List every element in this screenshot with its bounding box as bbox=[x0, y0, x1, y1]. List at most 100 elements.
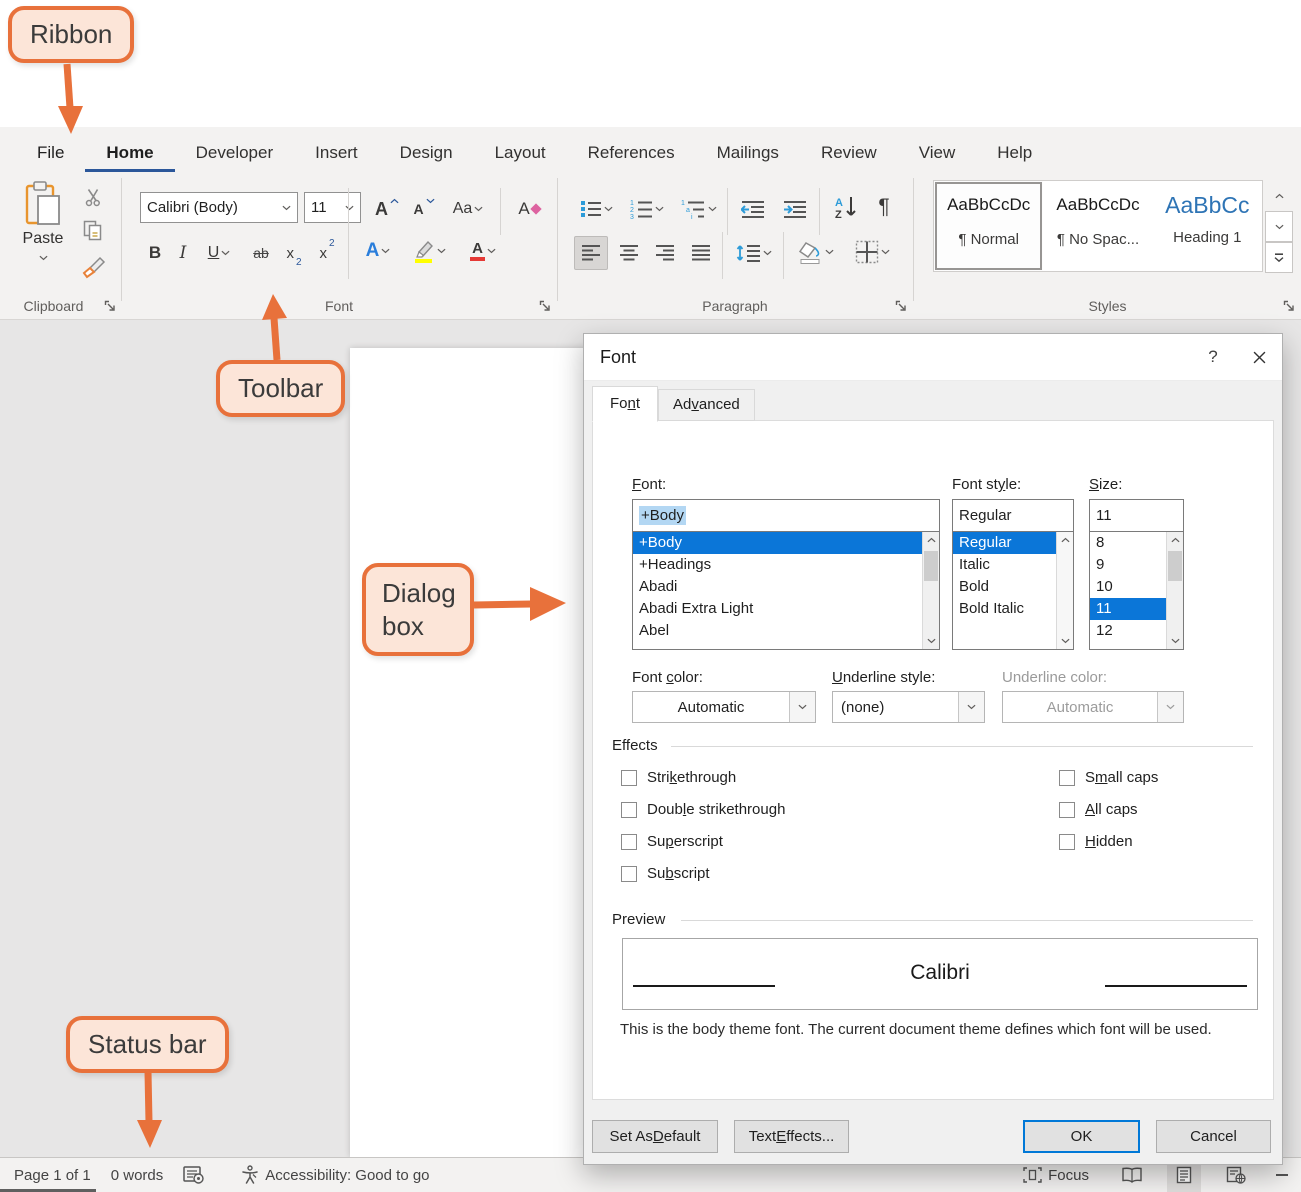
font-style-input[interactable]: Regular bbox=[952, 499, 1074, 532]
copy-button[interactable] bbox=[77, 216, 109, 246]
increase-indent-button[interactable] bbox=[777, 194, 813, 224]
size-item[interactable]: 11 bbox=[1090, 598, 1166, 620]
subscript-button[interactable]: x2 bbox=[280, 238, 308, 268]
paragraph-dialog-launcher[interactable] bbox=[894, 299, 908, 313]
scroll-thumb[interactable] bbox=[924, 551, 938, 581]
borders-button[interactable] bbox=[845, 234, 899, 270]
font-style-item[interactable]: Bold bbox=[953, 576, 1056, 598]
tab-references[interactable]: References bbox=[567, 133, 696, 172]
gallery-more-button[interactable] bbox=[1265, 242, 1293, 273]
dialog-help-button[interactable]: ? bbox=[1190, 334, 1236, 380]
format-painter-button[interactable] bbox=[76, 252, 110, 282]
style-no-spacing[interactable]: AaBbCcDc ¶ No Spac... bbox=[1043, 181, 1152, 271]
tab-file[interactable]: File bbox=[16, 133, 85, 172]
font-list-scrollbar[interactable] bbox=[922, 532, 939, 649]
dialog-close-button[interactable] bbox=[1236, 334, 1282, 380]
tab-review[interactable]: Review bbox=[800, 133, 898, 172]
align-right-button[interactable] bbox=[649, 236, 681, 270]
italic-button[interactable]: I bbox=[172, 238, 194, 268]
hidden-checkbox[interactable]: Hidden bbox=[1059, 833, 1133, 850]
ok-button[interactable]: OK bbox=[1023, 1120, 1140, 1153]
shading-button[interactable] bbox=[791, 234, 841, 270]
gallery-scroll-up-button[interactable] bbox=[1265, 180, 1293, 211]
superscript-button[interactable]: x2 bbox=[312, 238, 342, 268]
scroll-down-icon[interactable] bbox=[1057, 633, 1073, 649]
size-item[interactable]: 12 bbox=[1090, 620, 1166, 642]
font-style-item[interactable]: Italic bbox=[953, 554, 1056, 576]
dialog-tab-font[interactable]: Font bbox=[592, 386, 658, 422]
size-input[interactable]: 11 bbox=[1089, 499, 1184, 532]
font-size-combo[interactable]: 11 bbox=[304, 192, 361, 223]
underline-button[interactable]: U bbox=[198, 238, 240, 268]
font-name-input[interactable]: +Body bbox=[632, 499, 940, 532]
scroll-up-icon[interactable] bbox=[923, 532, 939, 548]
highlight-button[interactable] bbox=[404, 236, 454, 266]
bold-button[interactable]: B bbox=[142, 238, 168, 268]
strikethrough-checkbox[interactable]: Strikethrough bbox=[621, 769, 736, 786]
scroll-up-icon[interactable] bbox=[1057, 532, 1073, 548]
style-normal[interactable]: AaBbCcDc ¶ Normal bbox=[934, 181, 1043, 271]
clipboard-dialog-launcher[interactable] bbox=[103, 299, 117, 313]
text-effects-dialog-button[interactable]: Text Effects... bbox=[734, 1120, 849, 1153]
justify-button[interactable] bbox=[685, 236, 717, 270]
grow-font-button[interactable]: A bbox=[370, 194, 404, 224]
scroll-down-icon[interactable] bbox=[923, 633, 939, 649]
tab-home[interactable]: Home bbox=[85, 133, 174, 172]
page-indicator[interactable]: Page 1 of 1 bbox=[0, 1158, 101, 1192]
font-name-combo[interactable]: Calibri (Body) bbox=[140, 192, 298, 223]
size-item[interactable]: 9 bbox=[1090, 554, 1166, 576]
subscript-checkbox[interactable]: Subscript bbox=[621, 865, 710, 882]
line-spacing-button[interactable] bbox=[729, 236, 777, 270]
tab-layout[interactable]: Layout bbox=[474, 133, 567, 172]
font-list-item[interactable]: Abel bbox=[633, 620, 922, 642]
sort-button[interactable]: AZ bbox=[827, 192, 865, 222]
decrease-indent-button[interactable] bbox=[735, 194, 771, 224]
font-list-item[interactable]: Abadi bbox=[633, 576, 922, 598]
font-list-item[interactable]: Abadi Extra Light bbox=[633, 598, 922, 620]
set-as-default-button[interactable]: Set As Default bbox=[592, 1120, 718, 1153]
align-center-button[interactable] bbox=[613, 236, 645, 270]
font-color-dropdown[interactable]: Automatic bbox=[632, 691, 816, 723]
size-item[interactable]: 10 bbox=[1090, 576, 1166, 598]
clear-formatting-button[interactable]: A bbox=[508, 194, 550, 224]
font-style-item[interactable]: Bold Italic bbox=[953, 598, 1056, 620]
tab-help[interactable]: Help bbox=[976, 133, 1053, 172]
show-formatting-marks-button[interactable]: ¶ bbox=[869, 192, 899, 222]
underline-style-dropdown[interactable]: (none) bbox=[832, 691, 985, 723]
styles-dialog-launcher[interactable] bbox=[1282, 299, 1296, 313]
change-case-button[interactable]: Aa bbox=[444, 194, 492, 224]
scroll-up-icon[interactable] bbox=[1167, 532, 1183, 548]
align-left-button[interactable] bbox=[574, 236, 608, 270]
shrink-font-button[interactable]: A bbox=[408, 194, 440, 224]
font-dialog-launcher[interactable] bbox=[538, 299, 552, 313]
cancel-button[interactable]: Cancel bbox=[1156, 1120, 1271, 1153]
text-effects-button[interactable]: A bbox=[356, 236, 400, 266]
tab-mailings[interactable]: Mailings bbox=[696, 133, 800, 172]
font-list-item[interactable]: +Headings bbox=[633, 554, 922, 576]
cut-button[interactable] bbox=[78, 182, 108, 212]
paste-button[interactable]: Paste bbox=[14, 180, 72, 288]
double-strikethrough-checkbox[interactable]: Double strikethrough bbox=[621, 801, 785, 818]
word-count[interactable]: 0 words bbox=[101, 1158, 174, 1192]
tab-insert[interactable]: Insert bbox=[294, 133, 379, 172]
multilevel-list-button[interactable]: 1ai bbox=[674, 194, 722, 224]
numbering-button[interactable]: 123 bbox=[623, 194, 669, 224]
proofing-status[interactable] bbox=[173, 1158, 215, 1192]
scroll-down-icon[interactable] bbox=[1167, 633, 1183, 649]
tab-design[interactable]: Design bbox=[379, 133, 474, 172]
tab-view[interactable]: View bbox=[898, 133, 977, 172]
strikethrough-button[interactable]: ab bbox=[244, 238, 278, 268]
font-style-scrollbar[interactable] bbox=[1056, 532, 1073, 649]
tab-developer[interactable]: Developer bbox=[175, 133, 295, 172]
bullets-button[interactable] bbox=[574, 194, 618, 224]
size-item[interactable]: 8 bbox=[1090, 532, 1166, 554]
style-heading-1[interactable]: AaBbCc Heading 1 bbox=[1153, 181, 1262, 271]
accessibility-status[interactable]: Accessibility: Good to go bbox=[231, 1158, 439, 1192]
size-list-scrollbar[interactable] bbox=[1166, 532, 1183, 649]
font-list-item[interactable]: +Body bbox=[633, 532, 922, 554]
font-color-button[interactable]: A bbox=[458, 236, 508, 266]
scroll-thumb[interactable] bbox=[1168, 551, 1182, 581]
gallery-scroll-down-button[interactable] bbox=[1265, 211, 1293, 242]
dialog-tab-advanced[interactable]: Advanced bbox=[658, 389, 755, 421]
font-style-item[interactable]: Regular bbox=[953, 532, 1056, 554]
